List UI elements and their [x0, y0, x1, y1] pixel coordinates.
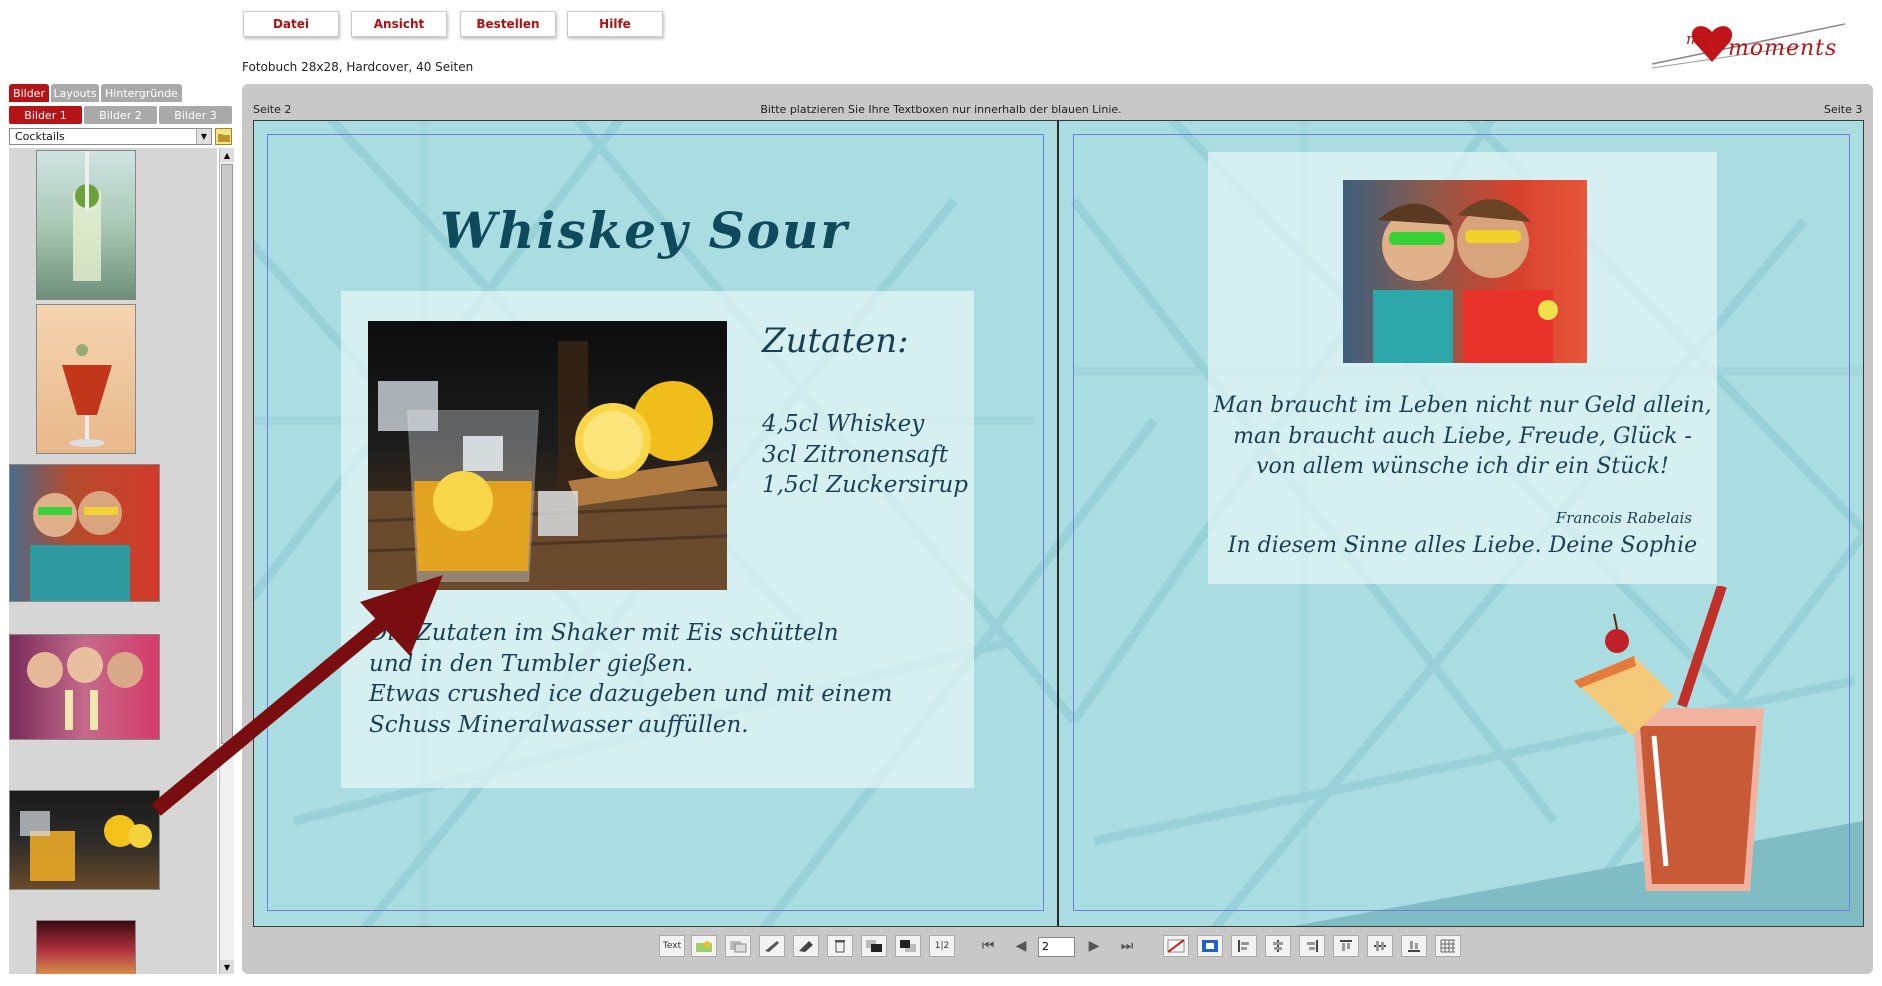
chevron-down-icon[interactable]: ▼ — [196, 129, 211, 144]
page-order-button[interactable]: 1|2 — [929, 935, 955, 957]
cocktail-illustration — [1574, 586, 1764, 891]
page-right-label: Seite 3 — [1824, 103, 1863, 116]
brush-icon[interactable] — [793, 935, 819, 957]
fit-page-icon[interactable] — [1197, 935, 1223, 957]
ingredients-heading[interactable]: Zutaten: — [762, 321, 909, 361]
thumbnail-image[interactable] — [9, 634, 160, 740]
align-left-icon[interactable] — [1231, 935, 1257, 957]
send-to-back-icon[interactable] — [895, 935, 921, 957]
align-right-icon[interactable] — [1299, 935, 1325, 957]
menu-datei-button[interactable]: Datei — [243, 11, 339, 37]
ingredient-line[interactable]: 3cl Zitronensaft — [762, 442, 948, 468]
album-select[interactable]: Cocktails ▼ — [9, 128, 212, 145]
next-page-icon[interactable]: ▶ — [1081, 935, 1107, 957]
quote-author[interactable]: Francois Rabelais — [1474, 509, 1692, 527]
product-info: Fotobuch 28x28, Hardcover, 40 Seiten — [242, 60, 474, 74]
scroll-up-icon[interactable]: ▲ — [220, 148, 234, 162]
quote-line[interactable]: man braucht auch Liebe, Freude, Glück - — [1208, 424, 1717, 449]
tab-layouts[interactable]: Layouts — [51, 84, 99, 102]
quote-line[interactable]: von allem wünsche ich dir ein Stück! — [1208, 454, 1717, 479]
bring-to-front-icon[interactable] — [861, 935, 887, 957]
add-text-button[interactable]: Text — [659, 935, 685, 957]
first-page-icon[interactable]: ⏮ — [975, 935, 1001, 957]
recipe-title[interactable]: Whiskey Sour — [440, 201, 849, 260]
tab-hintergruende[interactable]: Hintergründe — [101, 84, 182, 102]
closing-line[interactable]: In diesem Sinne alles Liebe. Deine Sophi… — [1208, 533, 1717, 558]
no-background-icon[interactable] — [1163, 935, 1189, 957]
album-select-value: Cocktails — [15, 130, 65, 143]
thumbnail-image[interactable] — [9, 790, 160, 890]
menu-bestellen-button[interactable]: Bestellen — [460, 11, 556, 37]
menu-ansicht-button[interactable]: Ansicht — [351, 11, 447, 37]
placement-hint: Bitte platzieren Sie Ihre Textboxen nur … — [760, 103, 1122, 116]
grid-icon[interactable] — [1435, 935, 1461, 957]
align-top-icon[interactable] — [1333, 935, 1359, 957]
friends-photo[interactable] — [1343, 180, 1587, 363]
quote-line[interactable]: Man braucht im Leben nicht nur Geld alle… — [1208, 393, 1717, 418]
add-image-icon[interactable] — [691, 935, 717, 957]
ingredient-line[interactable]: 4,5cl Whiskey — [762, 411, 924, 437]
last-page-icon[interactable]: ⏭ — [1114, 935, 1140, 957]
logo-moments-text: moments — [1728, 36, 1838, 61]
my-moments-logo: my moments — [1650, 18, 1846, 76]
frame-icon[interactable] — [725, 935, 751, 957]
page-divider — [1057, 121, 1059, 926]
tab-bilder[interactable]: Bilder — [9, 84, 49, 102]
thumbnail-image[interactable] — [36, 304, 136, 454]
thumbnail-image[interactable] — [9, 464, 160, 602]
previous-page-icon[interactable]: ◀ — [1008, 935, 1034, 957]
page-number-input[interactable]: 2 — [1038, 937, 1075, 957]
logo-my-text: my — [1686, 30, 1709, 48]
scroll-down-icon[interactable]: ▼ — [220, 960, 234, 974]
clipart-icon[interactable] — [759, 935, 785, 957]
thumbnail-image[interactable] — [36, 920, 136, 974]
align-middle-icon[interactable] — [1367, 935, 1393, 957]
align-center-icon[interactable] — [1265, 935, 1291, 957]
delete-icon[interactable] — [827, 935, 853, 957]
drag-arrow — [151, 575, 443, 816]
folder-icon[interactable] — [215, 128, 232, 145]
menu-hilfe-button[interactable]: Hilfe — [567, 11, 663, 37]
thumbnail-image[interactable] — [36, 150, 136, 300]
ingredient-line[interactable]: 1,5cl Zuckersirup — [762, 472, 968, 498]
align-bottom-icon[interactable] — [1401, 935, 1427, 957]
book-spread: Whiskey Sour Zutaten: 4,5cl Whiskey 3cl … — [253, 120, 1864, 927]
whiskey-photo[interactable] — [368, 321, 727, 590]
